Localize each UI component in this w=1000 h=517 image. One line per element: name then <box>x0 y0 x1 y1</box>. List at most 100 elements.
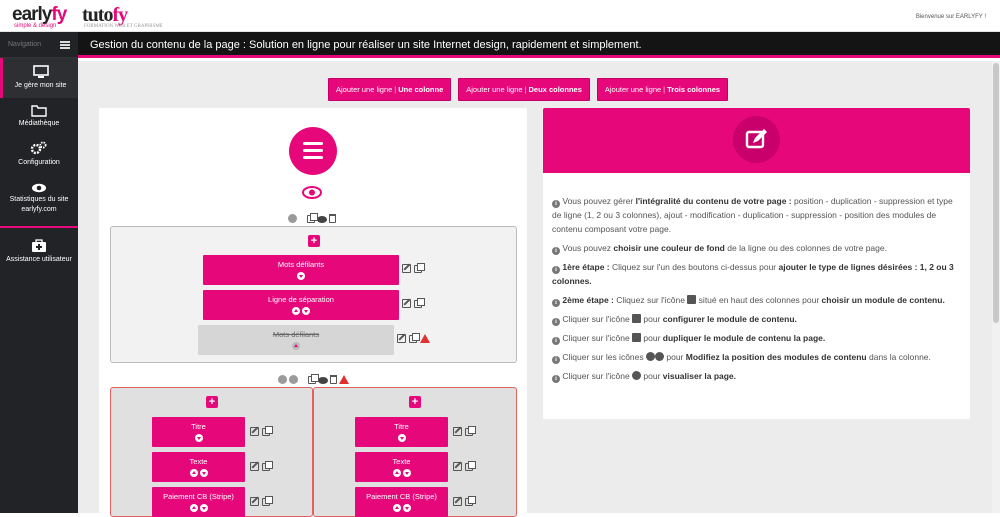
duplicate-icon[interactable] <box>414 298 425 308</box>
sidebar-item-label: Assistance utilisateur <box>6 256 72 263</box>
main-content: Ajouter une ligne | Une colonne Ajouter un… <box>78 61 992 517</box>
row2-column-2: + Titre Texte Paiement CB (Stripe) <box>313 387 517 517</box>
welcome-text: Bienvenue sur EARLYFY ! <box>915 14 986 20</box>
earlyfy-logo[interactable]: earlyfy simple & design <box>12 4 67 29</box>
move-down-icon[interactable] <box>199 469 208 477</box>
module-separator-line[interactable]: Ligne de séparation <box>203 290 399 320</box>
move-down-row-icon[interactable] <box>289 375 298 384</box>
menu-toggle-icon[interactable] <box>60 40 70 49</box>
sidebar-divider <box>0 226 78 228</box>
move-down-icon[interactable] <box>297 272 305 280</box>
sidebar-item-configuration[interactable]: Configuration <box>0 134 78 174</box>
edit-icon[interactable] <box>453 497 462 506</box>
sidebar-item-media[interactable]: Médiathèque <box>0 98 78 134</box>
folder-icon <box>31 104 47 117</box>
sidebar-item-label: Je gère mon site <box>14 82 67 89</box>
move-down-icon[interactable] <box>302 307 310 315</box>
duplicate-icon[interactable] <box>262 496 273 506</box>
module-title[interactable]: Titre <box>355 417 448 447</box>
duplicate-icon[interactable] <box>409 333 420 343</box>
module-title[interactable]: Titre <box>152 417 245 447</box>
add-row-toolbar: Ajouter une ligne | Une colonne Ajouter un… <box>328 78 729 101</box>
menu-icon[interactable] <box>289 127 337 175</box>
page-scrollbar[interactable] <box>992 61 1000 513</box>
duplicate-icon[interactable] <box>465 461 476 471</box>
move-down-icon[interactable] <box>199 504 208 512</box>
edit-icon[interactable] <box>250 497 259 506</box>
help-panel-header <box>543 108 970 173</box>
move-up-icon[interactable] <box>392 469 401 477</box>
info-icon: i <box>552 247 560 255</box>
module-label: Paiement CB (Stripe) <box>163 492 234 501</box>
help-text: i Vous pouvez gérer l'intégralité du con… <box>552 194 962 388</box>
sidebar-item-label: Médiathèque <box>18 119 60 127</box>
edit-icon[interactable] <box>397 334 406 343</box>
module-label: Paiement CB (Stripe) <box>366 492 437 501</box>
delete-row-icon[interactable] <box>329 214 336 223</box>
plus-square-icon <box>687 295 697 304</box>
row-one-column: + Mots défilants Ligne de séparation Mot… <box>110 226 517 363</box>
duplicate-icon[interactable] <box>414 263 425 273</box>
move-up-row-icon[interactable] <box>278 375 287 384</box>
info-icon: i <box>552 266 560 274</box>
duplicate-icon[interactable] <box>262 426 273 436</box>
eye-icon <box>32 183 46 193</box>
add-three-columns-button[interactable]: Ajouter une ligne | Trois colonnes <box>596 78 729 101</box>
duplicate-row-icon[interactable] <box>308 374 319 384</box>
duplicate-icon[interactable] <box>262 461 273 471</box>
warning-icon <box>420 334 430 343</box>
help-paragraph: i Cliquer sur l'icône pour dupliquer le … <box>552 331 962 345</box>
edit-icon[interactable] <box>402 264 411 273</box>
delete-row-icon[interactable] <box>330 375 337 384</box>
navigation-label: Navigation <box>8 41 42 48</box>
sidebar-item-assistance[interactable]: Assistance utilisateur <box>0 234 78 270</box>
module-scrolling-words[interactable]: Mots défilants <box>203 255 399 285</box>
sidebar-item-manage-site[interactable]: Je gère mon site <box>0 58 78 98</box>
sidebar-item-label: Statistiques du site earlyfy.com <box>9 196 69 213</box>
add-module-icon[interactable]: + <box>308 235 320 247</box>
module-label: Mots défilants <box>272 330 320 339</box>
visibility-row-icon[interactable] <box>318 376 328 384</box>
info-icon: i <box>552 337 560 345</box>
move-row-icon[interactable] <box>288 214 297 223</box>
row1-controls <box>288 213 336 223</box>
edit-icon[interactable] <box>402 299 411 308</box>
move-up-icon[interactable] <box>189 469 198 477</box>
add-one-column-button[interactable]: Ajouter une ligne | Une colonne <box>328 78 452 101</box>
move-down-icon[interactable] <box>194 434 203 442</box>
move-up-icon[interactable] <box>292 307 300 315</box>
help-paragraph: i 1ère étape : Cliquez sur l'un des bout… <box>552 262 954 286</box>
monitor-icon <box>32 65 49 78</box>
move-up-icon[interactable] <box>392 504 401 512</box>
help-paragraph: i Cliquer sur les icônes pour Modifiez l… <box>552 350 962 364</box>
tutofy-logo[interactable]: tutofy FORMATION WEB ET GRAPHISME <box>82 4 163 29</box>
move-up-icon[interactable] <box>189 504 198 512</box>
sidebar: Navigation Je gère mon site Médiathèque … <box>0 32 78 513</box>
help-paragraph: i 2ème étape : Cliquez sur l'icône situé… <box>552 293 962 307</box>
move-down-icon[interactable] <box>402 469 411 477</box>
scrollbar-thumb[interactable] <box>993 63 999 323</box>
sidebar-item-statistics[interactable]: Statistiques du site earlyfy.com <box>0 174 78 224</box>
eye-icon <box>632 371 642 380</box>
add-two-columns-button[interactable]: Ajouter une ligne | Deux colonnes <box>458 78 590 101</box>
module-scrolling-words-disabled[interactable]: Mots défilants <box>198 325 394 355</box>
module-text[interactable]: Texte <box>152 452 245 482</box>
edit-icon[interactable] <box>453 462 462 471</box>
module-text[interactable]: Texte <box>355 452 448 482</box>
duplicate-icon[interactable] <box>465 496 476 506</box>
preview-eye-icon[interactable] <box>302 186 322 199</box>
edit-icon[interactable] <box>250 462 259 471</box>
add-module-icon[interactable]: + <box>206 396 218 408</box>
page-editor-panel: + Mots défilants Ligne de séparation Mot… <box>99 108 527 517</box>
move-up-icon[interactable] <box>292 342 300 350</box>
edit-icon[interactable] <box>453 427 462 436</box>
duplicate-icon[interactable] <box>465 426 476 436</box>
move-down-icon[interactable] <box>397 434 406 442</box>
edit-icon[interactable] <box>250 427 259 436</box>
visibility-row-icon[interactable] <box>317 215 327 223</box>
duplicate-row-icon[interactable] <box>307 213 318 223</box>
edit-icon <box>632 314 642 323</box>
row2-column-1: + Titre Texte Paiement CB (Stripe) <box>110 387 313 517</box>
add-module-icon[interactable]: + <box>409 396 421 408</box>
move-down-icon[interactable] <box>402 504 411 512</box>
